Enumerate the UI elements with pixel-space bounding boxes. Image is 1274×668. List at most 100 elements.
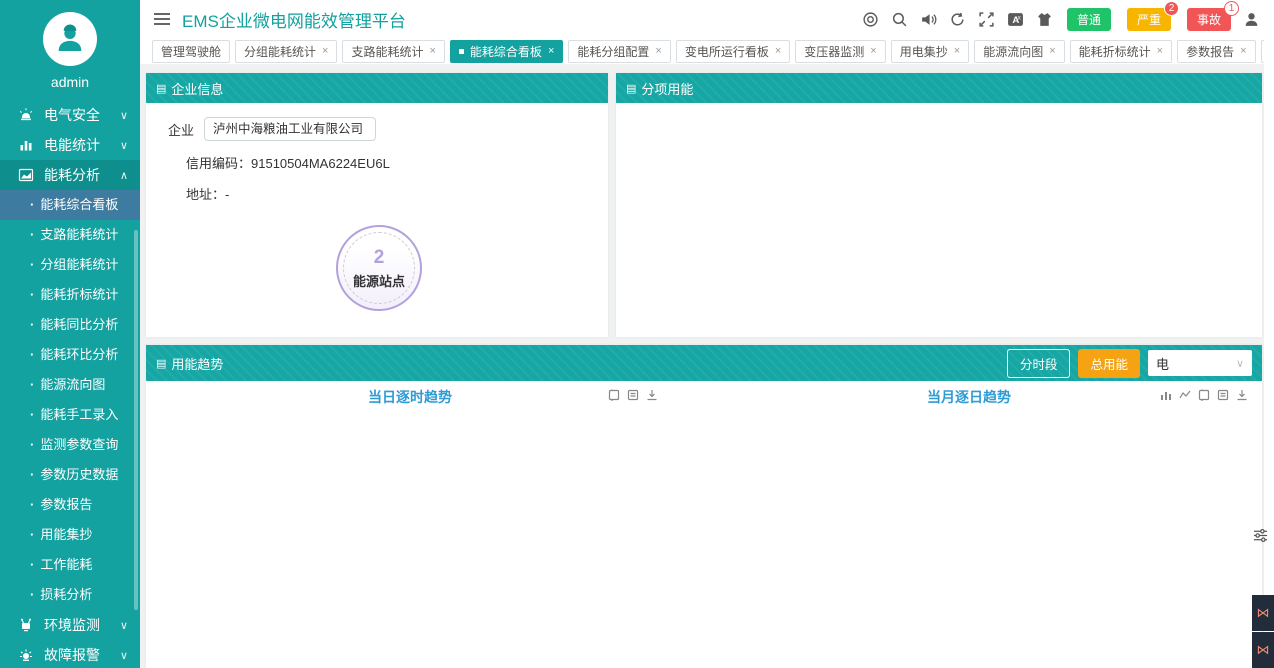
sidebar-subitem[interactable]: 能耗环比分析 (0, 340, 140, 370)
data-view-icon[interactable] (627, 389, 639, 401)
energy-type-select[interactable]: 电 ∨ (1148, 350, 1252, 376)
filter-icon[interactable] (1253, 528, 1268, 548)
line-type-icon[interactable] (1179, 389, 1191, 401)
close-tab-icon[interactable]: × (870, 45, 876, 57)
tab-6[interactable]: 变电所运行看板 × (676, 40, 790, 63)
tab-3[interactable]: 支路能耗统计× (342, 40, 444, 63)
float-button-bottom[interactable]: ⋈ (1252, 632, 1274, 668)
close-tab-icon[interactable]: × (548, 45, 554, 57)
download-icon[interactable] (646, 389, 658, 401)
sidebar-subitem[interactable]: 能耗折标统计 (0, 280, 140, 310)
help-ring-icon[interactable] (862, 11, 879, 28)
sidebar-item-2[interactable]: 电能统计∨ (0, 130, 140, 160)
fullscreen-icon[interactable] (978, 11, 995, 28)
status-badge-3[interactable]: 事故1 (1187, 8, 1231, 31)
user-icon[interactable] (1243, 11, 1260, 28)
sidebar-menu: 电气安全∨电能统计∨能耗分析∧能耗综合看板支路能耗统计分组能耗统计能耗折标统计能… (0, 100, 140, 668)
chevron-down-icon: ∨ (120, 139, 128, 152)
close-tab-icon[interactable]: × (775, 45, 781, 57)
total-energy-button[interactable]: 总用能 (1078, 349, 1140, 378)
user-avatar-icon (53, 22, 87, 56)
font-size-icon[interactable]: Ax (1007, 11, 1024, 28)
sidebar-subitem[interactable]: 参数报告 (0, 490, 140, 520)
stat-value: 2 (374, 247, 385, 269)
tab-1[interactable]: 管理驾驶舱 (152, 40, 230, 63)
search-icon[interactable] (891, 11, 908, 28)
monitor-icon (18, 617, 34, 633)
float-button-top[interactable]: ⋈ (1252, 595, 1274, 631)
volume-icon[interactable] (920, 11, 937, 28)
scrollbar-track[interactable] (1264, 0, 1274, 668)
tab-label: 变电所运行看板 (685, 43, 769, 60)
tabbar: 管理驾驶舱分组能耗统计×支路能耗统计×能耗综合看板×能耗分组配置×变电所运行看板… (140, 38, 1264, 64)
status-badge-1[interactable]: 普通 (1067, 8, 1111, 31)
refresh-icon[interactable] (949, 11, 966, 28)
bar-type-icon[interactable] (1160, 389, 1172, 401)
close-tab-icon[interactable]: × (429, 45, 435, 57)
theme-shirt-icon[interactable] (1036, 11, 1053, 28)
sidebar-item-5[interactable]: 故障报警∨ (0, 640, 140, 668)
close-tab-icon[interactable]: × (1240, 45, 1246, 57)
enterprise-body: 企业 泸州中海粮油工业有限公司 信用编码：91510504MA6224EU6L … (146, 103, 608, 311)
tab-10[interactable]: 能耗折标统计× (1070, 40, 1172, 63)
active-tab-dot (459, 49, 464, 54)
tab-8[interactable]: 用电集抄 × (891, 40, 969, 63)
energy-type-value: 电 (1156, 354, 1169, 373)
period-button[interactable]: 分时段 (1007, 349, 1071, 378)
sidebar-item-label: 环境监测 (44, 615, 120, 635)
company-select[interactable]: 泸州中海粮油工业有限公司 (204, 117, 376, 141)
close-tab-icon[interactable]: × (1049, 45, 1055, 57)
chevron-down-icon: ∨ (120, 109, 128, 122)
sidebar-item-label: 故障报警 (44, 645, 120, 665)
sidebar-subitem[interactable]: 损耗分析 (0, 580, 140, 610)
tab-label: 能耗分组配置 (577, 43, 649, 60)
avatar[interactable] (43, 12, 97, 66)
tab-label: 用电集抄 (900, 43, 948, 60)
tab-2[interactable]: 分组能耗统计× (235, 40, 337, 63)
energy-breakdown-panel: ▤ 分项用能 (616, 73, 1262, 337)
chevron-up-icon: ∧ (120, 169, 128, 182)
sidebar-item-3[interactable]: 能耗分析∧ (0, 160, 140, 190)
chevron-down-icon: ∨ (120, 619, 128, 632)
restore-icon[interactable] (608, 389, 620, 401)
chart-toolbox (1160, 389, 1248, 401)
company-label: 企业 (168, 120, 194, 139)
tab-7[interactable]: 变压器监测× (795, 40, 885, 63)
status-badge-2[interactable]: 严重2 (1127, 8, 1171, 31)
tab-4[interactable]: 能耗综合看板× (450, 40, 563, 63)
data-view-icon[interactable] (1217, 389, 1229, 401)
badge-count: 1 (1224, 1, 1239, 16)
close-tab-icon[interactable]: × (655, 45, 661, 57)
topbar-actions: Ax 普通严重2 事故1 (862, 8, 1260, 31)
app-root: admin 电气安全∨电能统计∨能耗分析∧能耗综合看板支路能耗统计分组能耗统计能… (0, 0, 1274, 668)
download-icon[interactable] (1236, 389, 1248, 401)
sidebar-subitem[interactable]: 工作能耗 (0, 550, 140, 580)
sidebar-subitem[interactable]: 监测参数查询 (0, 430, 140, 460)
sidebar-subitem[interactable]: 能耗手工录入 (0, 400, 140, 430)
close-tab-icon[interactable]: × (1157, 45, 1163, 57)
sidebar-scrollbar-thumb[interactable] (134, 230, 138, 610)
tab-5[interactable]: 能耗分组配置 × (568, 40, 670, 63)
chart-title: 当日逐时趋势 (368, 389, 452, 405)
sidebar-subitem[interactable]: 能源流向图 (0, 370, 140, 400)
sidebar-subitem[interactable]: 参数历史数据 (0, 460, 140, 490)
tab-9[interactable]: 能源流向图× (974, 40, 1064, 63)
sidebar-subitem[interactable]: 能耗同比分析 (0, 310, 140, 340)
tab-label: 参数报告 (1186, 43, 1234, 60)
sidebar-item-1[interactable]: 电气安全∨ (0, 100, 140, 130)
chevron-down-icon: ∨ (1236, 357, 1244, 370)
sidebar-subitem[interactable]: 分组能耗统计 (0, 250, 140, 280)
chart-toolbox (608, 389, 658, 401)
restore-icon[interactable] (1198, 389, 1210, 401)
close-tab-icon[interactable]: × (954, 45, 960, 57)
sidebar-subitem[interactable]: 能耗综合看板 (0, 190, 140, 220)
hamburger-icon[interactable] (154, 10, 170, 28)
sidebar-item-label: 电能统计 (44, 135, 120, 155)
sidebar-item-4[interactable]: 环境监测∨ (0, 610, 140, 640)
sidebar-subitem[interactable]: 用能集抄 (0, 520, 140, 550)
sidebar-subitem[interactable]: 支路能耗统计 (0, 220, 140, 250)
close-tab-icon[interactable]: × (322, 45, 328, 57)
topbar: EMS企业微电网能效管理平台 Ax 普通严重2事故1 (140, 0, 1274, 38)
tab-11[interactable]: 参数报告 × (1177, 40, 1255, 63)
usage-trend-panel: ▤ 用能趋势 分时段 总用能 电 ∨ 当日逐时趋势 (146, 345, 1262, 668)
